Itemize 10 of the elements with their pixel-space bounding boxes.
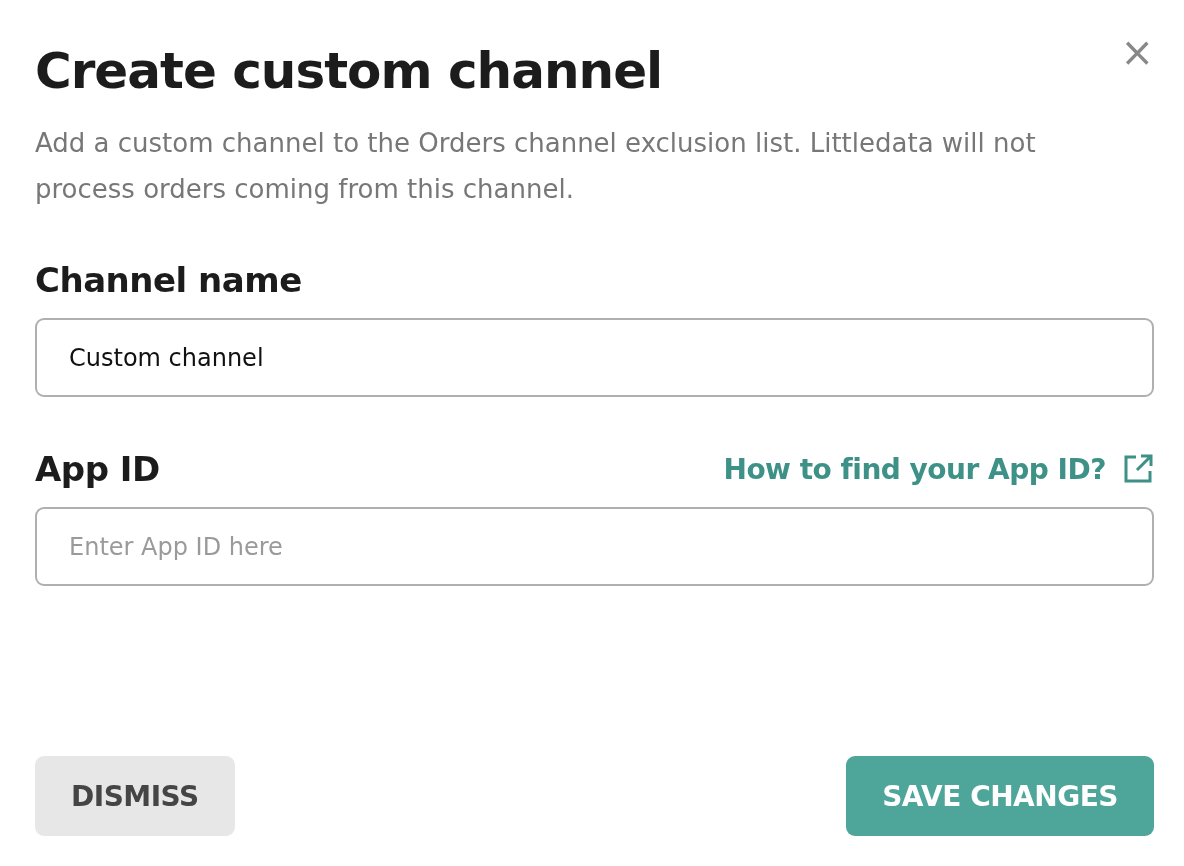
field-label: Channel name xyxy=(35,260,302,300)
dismiss-button[interactable]: DISMISS xyxy=(35,756,235,836)
dialog-title: Create custom channel xyxy=(35,42,663,100)
input-field[interactable]: Custom channel xyxy=(35,318,1154,397)
input-field[interactable]: Enter App ID here xyxy=(35,507,1154,586)
field-label: App ID xyxy=(35,449,160,489)
dialog-description: Add a custom channel to the Orders channel exclusion list. Littledata will not process orders coming from this channel. xyxy=(35,127,1037,206)
help-link[interactable]: How to find your App ID? xyxy=(723,452,1154,486)
external-link-icon xyxy=(1122,453,1154,485)
save-button[interactable]: SAVE CHANGES xyxy=(846,756,1154,836)
